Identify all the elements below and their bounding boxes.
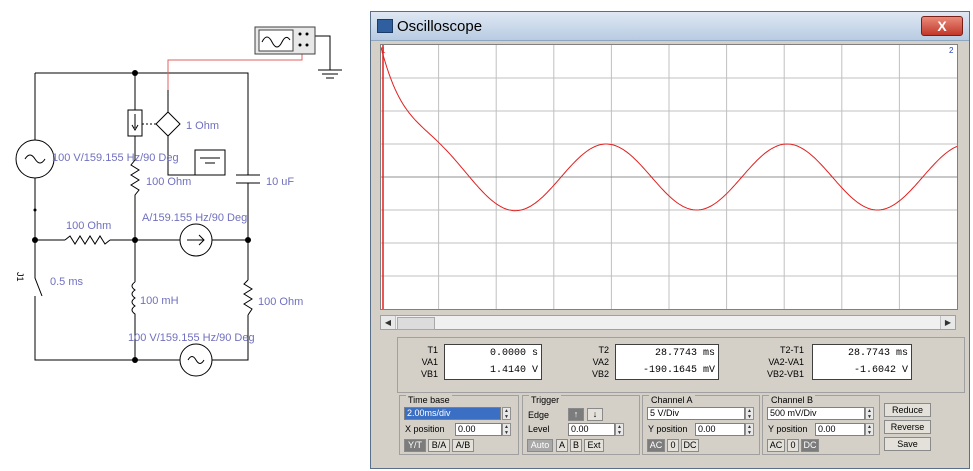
rising-edge-icon[interactable]: ↑ (568, 408, 584, 421)
dvb-label: VB2-VB1 (766, 369, 804, 379)
channel-b-dc-button[interactable]: DC (801, 439, 819, 452)
cccs-label: A/159.155 Hz/90 Deg (142, 212, 248, 224)
channel-a-zero-button[interactable]: 0 (667, 439, 679, 452)
trigger-a-button[interactable]: A (556, 439, 568, 452)
delta-values: 28.7743 ms -1.6042 V (812, 344, 912, 380)
ext-button[interactable]: Ext (584, 439, 604, 452)
resistor-mid-label: 100 Ohm (66, 220, 112, 232)
t2-values: 28.7743 ms -190.1645 mV (615, 344, 719, 380)
xpos-label: X position (405, 424, 445, 434)
channel-b-ypos-spin-icon[interactable]: ▲ ▼ (865, 423, 874, 436)
timebase-spin-icon[interactable]: ▲ ▼ (502, 407, 511, 420)
auto-button[interactable]: Auto (527, 439, 553, 452)
xpos-input[interactable]: 0.00 (455, 423, 502, 436)
source2-label: 100 V/159.155 Hz/90 Deg (128, 332, 255, 344)
yt-button[interactable]: Y/T (404, 439, 426, 452)
channel-b-scale-select[interactable]: 500 mV/Div (767, 407, 865, 420)
falling-edge-icon[interactable]: ↓ (587, 408, 603, 421)
trigger-group: Trigger Edge ↑ ↓ Level 0.00 ▲ ▼ Auto A B … (522, 395, 640, 455)
circuit-schematic: 100 V/159.155 Hz/90 Deg 100 Ohm 1 Ohm 10… (0, 0, 370, 471)
channel-a-ac-button[interactable]: AC (647, 439, 665, 452)
t2-label: T2 (598, 345, 609, 355)
trigger-b-button[interactable]: B (570, 439, 582, 452)
channel-b-group: Channel B 500 mV/Div ▲ ▼ Y position 0.00 … (762, 395, 880, 455)
trigger-title: Trigger (529, 395, 562, 405)
channel-a-ypos-spin-icon[interactable]: ▲ ▼ (745, 423, 754, 436)
scope-screen: 12 (380, 44, 958, 310)
dt-label: T2-T1 (779, 345, 804, 355)
dvb-value: -1.6042 V (853, 365, 908, 376)
close-button[interactable]: X (921, 16, 963, 36)
ba-button[interactable]: B/A (428, 439, 450, 452)
save-button[interactable]: Save (884, 437, 931, 451)
measurement-readout: T1 VA1 VB1 0.0000 s 1.4140 V T2 VA2 VB2 … (397, 337, 965, 393)
window-title: Oscilloscope (397, 18, 483, 35)
oscilloscope-window: Oscilloscope X 12 ◀ ▶ T1 VA1 VB1 0.0000 … (370, 11, 970, 469)
xpos-spin-icon[interactable]: ▲ ▼ (502, 423, 511, 436)
vb1-value: 1.4140 V (489, 365, 538, 376)
channel-b-ypos-input[interactable]: 0.00 (815, 423, 865, 436)
channel-b-ypos-label: Y position (768, 424, 808, 434)
channel-b-zero-button[interactable]: 0 (787, 439, 799, 452)
vb2-value: -190.1645 mV (642, 365, 715, 376)
capacitor-label: 10 uF (266, 176, 295, 188)
t2-value: 28.7743 ms (654, 348, 715, 359)
cursor-2-marker[interactable]: 2 (949, 46, 954, 55)
channel-a-scale-spin-icon[interactable]: ▲ ▼ (745, 407, 754, 420)
channel-b-title: Channel B (769, 395, 816, 405)
t1-values: 0.0000 s 1.4140 V (444, 344, 542, 380)
level-input[interactable]: 0.00 (568, 423, 615, 436)
resistor-right-label: 100 Ohm (258, 296, 304, 308)
timebase-title: Time base (406, 395, 452, 405)
inductor-label: 100 mH (140, 295, 179, 307)
oscilloscope-icon (377, 19, 393, 33)
reduce-button[interactable]: Reduce (884, 403, 931, 417)
scope-graph: 12 (381, 45, 957, 309)
reverse-button[interactable]: Reverse (884, 420, 931, 434)
ccvs-label: 1 Ohm (186, 120, 220, 132)
t1-label: T1 (427, 345, 438, 355)
channel-a-dc-button[interactable]: DC (681, 439, 699, 452)
channel-a-ypos-input[interactable]: 0.00 (695, 423, 745, 436)
source1-label: 100 V/159.155 Hz/90 Deg (52, 152, 179, 164)
timebase-select[interactable]: 2.00ms/div (404, 407, 501, 420)
channel-a-group: Channel A 5 V/Div ▲ ▼ Y position 0.00 ▲ ▼ … (642, 395, 760, 455)
title-bar[interactable]: Oscilloscope X (371, 12, 969, 41)
scroll-right-icon[interactable]: ▶ (940, 316, 955, 329)
vb1-label: VB1 (420, 369, 438, 379)
dva-label: VA2-VA1 (768, 357, 804, 367)
ab-button[interactable]: A/B (452, 439, 474, 452)
channel-b-ac-button[interactable]: AC (767, 439, 785, 452)
va1-label: VA1 (421, 357, 438, 367)
channel-a-ypos-label: Y position (648, 424, 688, 434)
va2-label: VA2 (592, 357, 609, 367)
vb2-label: VB2 (591, 369, 609, 379)
scroll-left-icon[interactable]: ◀ (381, 316, 396, 329)
level-spin-icon[interactable]: ▲ ▼ (615, 423, 624, 436)
timebase-group: Time base 2.00ms/div ▲ ▼ X position 0.00 … (399, 395, 519, 455)
dt-value: 28.7743 ms (847, 348, 908, 359)
channel-b-scale-spin-icon[interactable]: ▲ ▼ (865, 407, 874, 420)
cursor-1-marker[interactable]: 1 (381, 46, 386, 55)
schematic-drawing (15, 26, 342, 377)
channel-a-scale-select[interactable]: 5 V/Div (647, 407, 745, 420)
horizontal-scrollbar[interactable]: ◀ ▶ (380, 315, 956, 330)
scroll-thumb[interactable] (397, 317, 435, 330)
level-label: Level (528, 424, 550, 434)
edge-label: Edge (528, 410, 550, 420)
switch-name-label: J1 (15, 272, 25, 282)
t1-value: 0.0000 s (489, 348, 538, 359)
switch-time-label: 0.5 ms (50, 276, 84, 288)
resistor-top-label: 100 Ohm (146, 176, 192, 188)
channel-a-title: Channel A (649, 395, 695, 405)
